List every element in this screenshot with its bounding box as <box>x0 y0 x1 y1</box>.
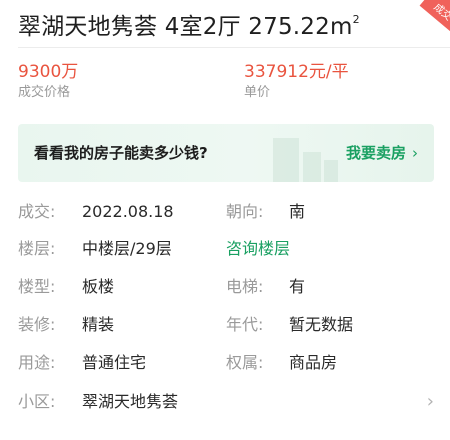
community-value[interactable]: 翠湖天地隽荟 <box>82 387 178 417</box>
detail-row-deal: 成交: 2022.08.18 朝向: 南 <box>0 197 450 227</box>
deal-price-label: 成交价格 <box>18 85 71 100</box>
detail-row-floor: 楼层: 中楼层/29层 咨询楼层 <box>0 234 450 264</box>
listing-page: 翠湖天地隽荟 4室2厅 275.22m2 成交 9300万 成交价格 33791… <box>0 0 450 440</box>
orientation-label: 朝向: <box>226 202 264 221</box>
year-value: 暂无数据 <box>289 315 354 334</box>
detail-row-building: 楼型: 板楼 电梯: 有 <box>0 272 450 302</box>
elevator-value: 有 <box>289 277 306 296</box>
floor-value: 中楼层/29层 <box>82 239 172 258</box>
unit-price-label: 单价 <box>244 85 271 100</box>
deal-date-label: 成交: <box>18 202 56 221</box>
building-type-value: 板楼 <box>82 277 115 296</box>
banner-building-graphic <box>273 138 299 182</box>
chevron-right-icon: › <box>412 144 418 162</box>
unit-price-value: 337912元/平 <box>244 62 349 82</box>
chevron-right-icon[interactable]: › <box>427 387 434 417</box>
decoration-value: 精装 <box>82 315 115 334</box>
deal-price-value: 9300万 <box>18 62 79 82</box>
usage-label: 用途: <box>18 353 56 372</box>
title-divider <box>18 47 450 48</box>
deal-date-value: 2022.08.18 <box>82 202 174 221</box>
usage-value: 普通住宅 <box>82 353 147 372</box>
deal-status-badge-text: 成交 <box>431 1 450 24</box>
detail-row-decoration: 装修: 精装 年代: 暂无数据 <box>0 310 450 340</box>
orientation-value: 南 <box>289 202 306 221</box>
valuation-question: 看看我的房子能卖多少钱? <box>34 144 208 162</box>
valuation-banner[interactable]: 看看我的房子能卖多少钱? 我要卖房 › <box>18 124 434 182</box>
deal-status-badge: 成交 <box>419 0 450 34</box>
elevator-label: 电梯: <box>226 277 264 296</box>
deal-price-metric: 9300万 成交价格 <box>18 60 78 102</box>
sell-house-link[interactable]: 我要卖房 › <box>346 124 418 182</box>
listing-title-text: 翠湖天地隽荟 4室2厅 275.22m <box>18 14 353 40</box>
detail-row-community[interactable]: 小区: 翠湖天地隽荟 › <box>0 387 450 417</box>
ownership-label: 权属: <box>226 353 264 372</box>
ownership-value: 商品房 <box>289 353 338 372</box>
consult-floor-link[interactable]: 咨询楼层 <box>226 234 290 264</box>
floor-label: 楼层: <box>18 239 56 258</box>
sell-house-label: 我要卖房 <box>345 144 406 162</box>
decoration-label: 装修: <box>18 315 56 334</box>
listing-title: 翠湖天地隽荟 4室2厅 275.22m2 <box>18 3 360 44</box>
detail-row-usage: 用途: 普通住宅 权属: 商品房 <box>0 348 450 378</box>
community-label: 小区: <box>18 392 56 411</box>
area-unit-superscript: 2 <box>352 13 360 26</box>
banner-building-graphic <box>303 152 321 182</box>
year-label: 年代: <box>226 315 264 334</box>
unit-price-metric: 337912元/平 单价 <box>244 60 349 102</box>
banner-building-graphic <box>324 160 338 182</box>
building-type-label: 楼型: <box>18 277 56 296</box>
